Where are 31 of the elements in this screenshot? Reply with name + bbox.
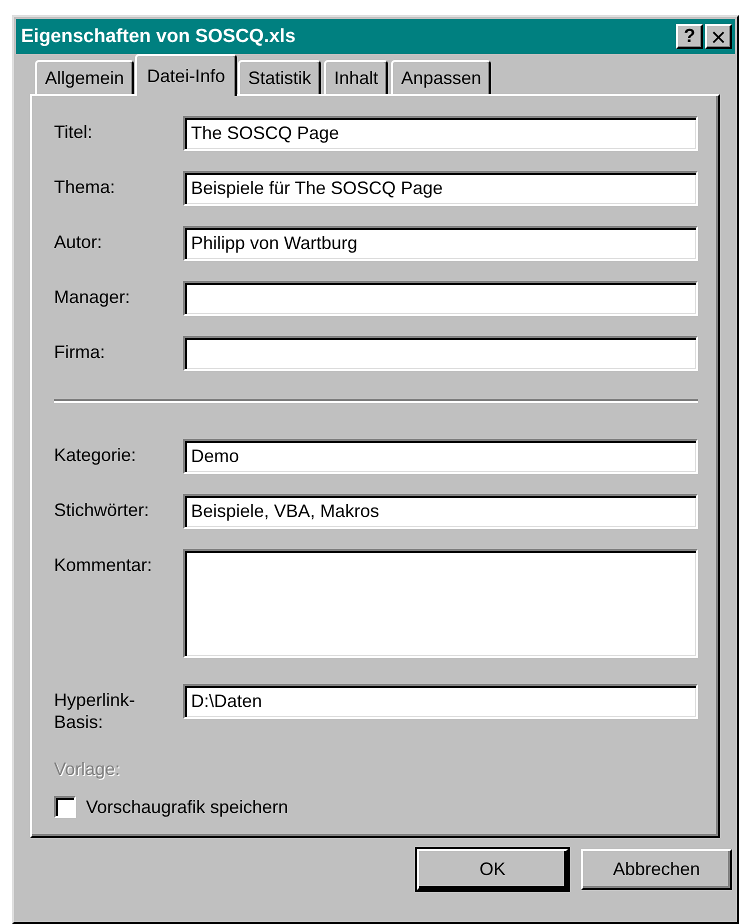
dialog-button[interactable]: OK xyxy=(417,849,568,890)
field-label: Kommentar: xyxy=(54,554,154,576)
comment-field[interactable] xyxy=(183,549,698,658)
tab[interactable]: Inhalt xyxy=(324,60,388,94)
window-title: Eigenschaften von SOSCQ.xls xyxy=(21,26,297,48)
tab[interactable]: Anpassen xyxy=(391,60,492,94)
tab[interactable]: Statistik xyxy=(238,60,322,94)
field-label: Firma: xyxy=(54,341,106,363)
dialog-button[interactable]: Abbrechen xyxy=(581,849,732,890)
input-field[interactable] xyxy=(183,336,698,371)
input-field[interactable]: D:\Daten xyxy=(183,684,698,719)
close-button[interactable]: × xyxy=(705,24,732,49)
tab[interactable]: Allgemein xyxy=(35,60,134,94)
input-field[interactable]: Beispiele für The SOSCQ Page xyxy=(183,171,698,206)
checkbox[interactable] xyxy=(54,796,76,818)
input-field[interactable]: Demo xyxy=(183,439,698,474)
field-label: Vorlage: xyxy=(54,758,122,780)
input-field[interactable]: Philipp von Wartburg xyxy=(183,226,698,261)
input-field[interactable] xyxy=(183,281,698,316)
tab[interactable]: Datei-Info xyxy=(135,54,238,96)
field-label: Kategorie: xyxy=(54,444,138,466)
field-label: Hyperlink-Basis: xyxy=(54,689,136,733)
checkbox-label: Vorschaugrafik speichern xyxy=(86,796,288,818)
field-label: Autor: xyxy=(54,231,104,253)
field-label: Manager: xyxy=(54,286,132,308)
input-field[interactable]: Beispiele, VBA, Makros xyxy=(183,494,698,529)
field-label: Titel: xyxy=(54,121,94,143)
help-button[interactable]: ? xyxy=(676,24,703,49)
input-field[interactable]: The SOSCQ Page xyxy=(183,116,698,151)
field-label: Stichwörter: xyxy=(54,499,150,521)
field-label: Thema: xyxy=(54,176,116,198)
